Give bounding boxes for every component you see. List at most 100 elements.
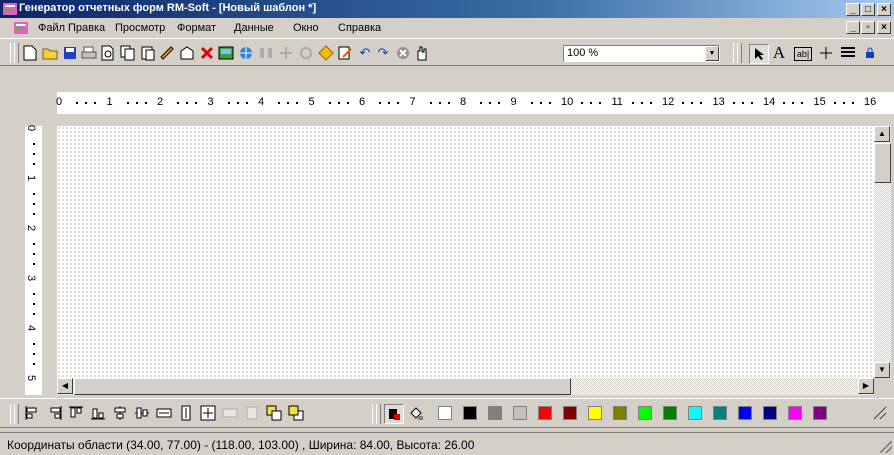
vertical-scroll-thumb[interactable]: [874, 143, 891, 183]
ruler-label: 4: [25, 324, 38, 332]
ruler-tick: [337, 102, 340, 104]
menu-data[interactable]: Данные: [234, 22, 274, 34]
edit-icon[interactable]: [337, 45, 353, 61]
horizontal-scroll-thumb[interactable]: [74, 378, 571, 395]
child-minimize-button[interactable]: _: [846, 21, 860, 34]
link-icon[interactable]: [298, 45, 314, 61]
document-icon[interactable]: [13, 20, 29, 36]
color-swatch[interactable]: [513, 406, 527, 420]
redo-icon[interactable]: ↷: [375, 45, 391, 61]
scroll-left-icon[interactable]: ◀: [57, 378, 73, 394]
text-color-icon[interactable]: [384, 404, 404, 424]
more-colors-icon[interactable]: [872, 405, 888, 421]
ruler-tick: [498, 102, 500, 104]
align-right-icon[interactable]: [47, 405, 63, 421]
align-left-icon[interactable]: [24, 405, 40, 421]
color-swatch[interactable]: [763, 406, 777, 420]
fill-color-icon[interactable]: [408, 405, 424, 421]
align-bottom-icon[interactable]: [90, 405, 106, 421]
menu-window[interactable]: Окно: [293, 22, 319, 34]
split-icon[interactable]: [278, 45, 294, 61]
ruler-tick: [833, 102, 836, 104]
delete-icon[interactable]: [199, 45, 215, 61]
bring-front-icon[interactable]: [266, 405, 282, 421]
ruler-tick: [177, 102, 179, 104]
text-tool-icon[interactable]: A: [771, 43, 787, 62]
lock-icon[interactable]: [862, 45, 878, 61]
open-folder-icon[interactable]: [42, 45, 58, 61]
color-swatch[interactable]: [588, 406, 602, 420]
color-swatch[interactable]: [463, 406, 477, 420]
send-back-icon[interactable]: [288, 405, 304, 421]
chevron-down-icon[interactable]: ▼: [705, 46, 719, 61]
menu-help[interactable]: Справка: [338, 22, 381, 34]
resize-grip-icon[interactable]: [880, 441, 892, 453]
ruler-tick: [842, 102, 845, 104]
vertical-ruler: 0 1 2 3 4 5: [25, 125, 42, 395]
print-preview-icon[interactable]: [100, 45, 116, 61]
menu-view[interactable]: Просмотр: [115, 22, 165, 34]
color-swatch[interactable]: [563, 406, 577, 420]
scroll-right-icon[interactable]: ▶: [858, 378, 874, 394]
color-swatch[interactable]: [663, 406, 677, 420]
same-height-icon[interactable]: [178, 405, 194, 421]
line-tool-icon[interactable]: [818, 45, 834, 61]
color-swatch[interactable]: [638, 406, 652, 420]
maximize-button[interactable]: □: [861, 3, 875, 16]
menu-edit[interactable]: Правка: [68, 22, 105, 34]
ruler-tick: [346, 102, 349, 104]
merge-icon[interactable]: [258, 45, 274, 61]
image-icon[interactable]: [218, 45, 234, 61]
zoom-select[interactable]: 100 % ▼: [563, 45, 720, 62]
same-size-icon[interactable]: [200, 405, 216, 421]
field-tool-icon[interactable]: ab|: [794, 47, 812, 61]
color-swatch[interactable]: [688, 406, 702, 420]
child-close-button[interactable]: ×: [877, 21, 891, 34]
undo-icon[interactable]: ↶: [357, 45, 373, 61]
design-canvas[interactable]: [57, 126, 874, 378]
copy-icon[interactable]: [120, 45, 136, 61]
band-tool-icon[interactable]: [840, 45, 856, 61]
scroll-up-icon[interactable]: ▲: [874, 126, 890, 142]
scroll-down-icon[interactable]: ▼: [874, 362, 890, 378]
horizontal-ruler: 0 1 2 3 4 5 6 7 8 9 10 11 12 13 14 15 16: [56, 92, 894, 114]
scroll-corner: [874, 378, 891, 395]
align-center-v-icon[interactable]: [134, 405, 150, 421]
space-h-icon[interactable]: [222, 405, 238, 421]
vertical-scrollbar[interactable]: ▲ ▼: [874, 126, 891, 378]
color-swatch[interactable]: [538, 406, 552, 420]
color-swatch[interactable]: [613, 406, 627, 420]
color-swatch[interactable]: [788, 406, 802, 420]
color-swatch[interactable]: [438, 406, 452, 420]
menu-format[interactable]: Формат: [177, 22, 216, 34]
same-width-icon[interactable]: [156, 405, 172, 421]
align-top-icon[interactable]: [68, 405, 84, 421]
menu-file[interactable]: Файл: [38, 22, 65, 34]
print-icon[interactable]: [81, 45, 97, 61]
diamond-icon[interactable]: [318, 45, 334, 61]
color-swatch[interactable]: [813, 406, 827, 420]
globe-icon[interactable]: [238, 45, 254, 61]
new-document-icon[interactable]: [22, 45, 38, 61]
stop-icon[interactable]: [395, 45, 411, 61]
ruler-tick: [328, 102, 331, 104]
main-toolbar: ↶ ↷ 100 % ▼ A ab|: [0, 38, 894, 66]
close-button[interactable]: ×: [877, 3, 891, 16]
check-icon[interactable]: [159, 45, 175, 61]
minimize-button[interactable]: _: [846, 3, 860, 16]
align-center-h-icon[interactable]: [112, 405, 128, 421]
horizontal-scrollbar[interactable]: ◀ ▶: [57, 378, 874, 395]
color-swatch[interactable]: [713, 406, 727, 420]
ruler-label: 1: [25, 174, 38, 182]
hand-icon[interactable]: [414, 45, 430, 61]
space-v-icon[interactable]: [244, 405, 260, 421]
color-swatch[interactable]: [488, 406, 502, 420]
save-icon[interactable]: [62, 45, 78, 61]
ruler-tick: [33, 353, 35, 355]
page-setup-icon[interactable]: [179, 45, 195, 61]
pointer-icon[interactable]: [749, 44, 769, 64]
color-swatch[interactable]: [738, 406, 752, 420]
ruler-tick: [801, 102, 803, 104]
paste-icon[interactable]: [140, 45, 156, 61]
child-restore-button[interactable]: ▫: [861, 21, 875, 34]
